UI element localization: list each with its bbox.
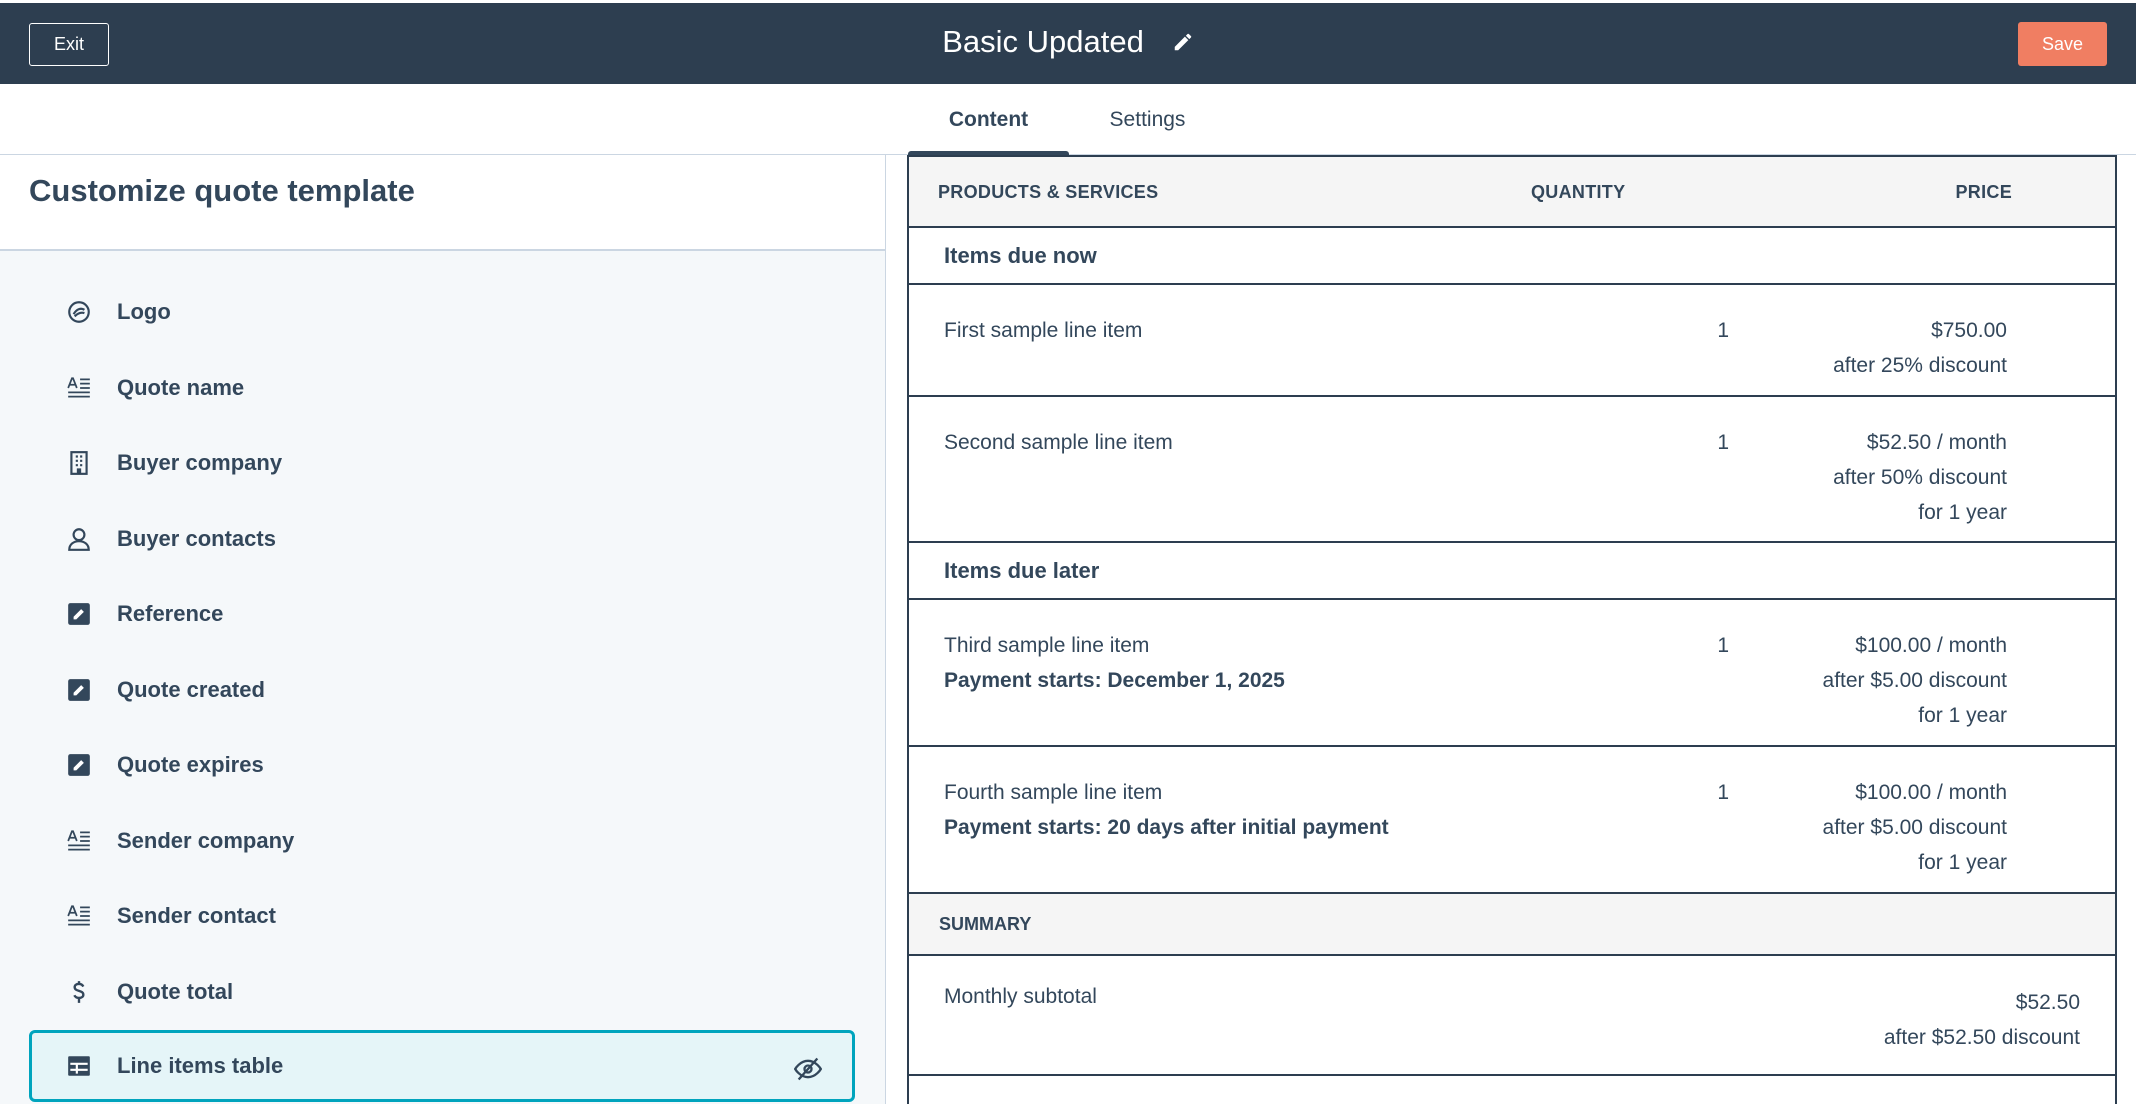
line-items-preview: PRODUCTS & SERVICES QUANTITY PRICE Items… — [907, 155, 2117, 1104]
price-amount: $750.00 — [1931, 319, 2007, 342]
table-row: First sample line item 1 $750.00 after 2… — [909, 285, 2115, 397]
item-price: $100.00 / month after $5.00 discount for… — [1823, 628, 2007, 733]
module-item-sender-contact[interactable]: Sender contact — [29, 880, 855, 952]
price-amount: $100.00 / month — [1855, 781, 2007, 804]
price-amount: $100.00 / month — [1855, 634, 2007, 657]
summary-header: SUMMARY — [909, 894, 2115, 956]
payment-start: Payment starts: December 1, 2025 — [944, 669, 1285, 692]
item-price: $100.00 / month after $5.00 discount for… — [1823, 775, 2007, 880]
tab-bar: Content Settings — [0, 84, 2136, 156]
item-name-block: Fourth sample line item Payment starts: … — [944, 775, 1389, 845]
table-header-row: PRODUCTS & SERVICES QUANTITY PRICE — [909, 157, 2115, 228]
item-quantity: 1 — [1717, 634, 1729, 657]
header-quantity: QUANTITY — [1531, 182, 1626, 202]
eye-slash-icon[interactable] — [794, 1055, 822, 1083]
item-price: $750.00 after 25% discount — [1833, 313, 2007, 383]
module-label: Quote created — [117, 677, 265, 702]
module-label: Logo — [117, 299, 171, 324]
module-item-quote-expires[interactable]: Quote expires — [29, 729, 855, 801]
item-name: First sample line item — [944, 319, 1143, 342]
table-row: Fourth sample line item Payment starts: … — [909, 747, 2115, 894]
module-label: Buyer company — [117, 450, 283, 475]
module-label: Reference — [117, 601, 224, 626]
price-discount: after $5.00 discount — [1822, 816, 2007, 839]
item-name: Fourth sample line item — [944, 781, 1163, 804]
text-icon — [59, 368, 99, 408]
tab-settings[interactable]: Settings — [1085, 84, 1210, 155]
subtotal-row: Monthly subtotal $52.50 after $52.50 dis… — [909, 956, 2115, 1076]
table-row: Second sample line item 1 $52.50 / month… — [909, 397, 2115, 543]
price-discount: after 25% discount — [1833, 354, 2007, 377]
top-bar: Exit Basic Updated Save — [0, 0, 2136, 84]
price-amount: $52.50 / month — [1866, 431, 2007, 454]
subtotal-discount: after $52.50 discount — [1883, 1026, 2080, 1049]
module-item-line-items-table[interactable]: Line items table — [29, 1030, 855, 1102]
edit-icon — [59, 670, 99, 710]
group-row-due-now: Items due now — [909, 228, 2115, 285]
dollar-icon — [59, 972, 99, 1012]
group-row-due-later: Items due later — [909, 543, 2115, 600]
payment-start: Payment starts: 20 days after initial pa… — [944, 816, 1389, 839]
exit-button[interactable]: Exit — [29, 23, 109, 66]
module-item-buyer-contacts[interactable]: Buyer contacts — [29, 503, 855, 575]
item-name: Third sample line item — [944, 634, 1150, 657]
header-products: PRODUCTS & SERVICES — [938, 182, 1159, 202]
subtotal-amount: $52.50 — [2015, 991, 2080, 1014]
edit-icon — [59, 745, 99, 785]
panel-header: Customize quote template — [0, 155, 885, 251]
module-label: Quote name — [117, 375, 245, 400]
template-title[interactable]: Basic Updated — [942, 24, 1144, 60]
module-item-sender-company[interactable]: Sender company — [29, 805, 855, 877]
item-quantity: 1 — [1717, 319, 1729, 342]
price-term: for 1 year — [1918, 704, 2007, 727]
module-label: Sender contact — [117, 903, 276, 928]
table-icon — [59, 1046, 99, 1086]
table-row: Third sample line item Payment starts: D… — [909, 600, 2115, 747]
subtotal-label: Monthly subtotal — [944, 985, 1097, 1008]
tab-content[interactable]: Content — [908, 84, 1069, 156]
module-item-logo[interactable]: Logo — [29, 276, 855, 348]
module-item-quote-total[interactable]: Quote total — [29, 956, 855, 1028]
item-quantity: 1 — [1717, 431, 1729, 454]
header-price: PRICE — [1955, 182, 2012, 202]
edit-icon — [59, 594, 99, 634]
module-label: Buyer contacts — [117, 526, 276, 551]
price-term: for 1 year — [1918, 501, 2007, 524]
item-name-block: Third sample line item Payment starts: D… — [944, 628, 1285, 698]
price-term: for 1 year — [1918, 851, 2007, 874]
module-item-reference[interactable]: Reference — [29, 578, 855, 650]
module-label: Quote total — [117, 979, 234, 1004]
save-button[interactable]: Save — [2018, 22, 2107, 66]
module-item-quote-created[interactable]: Quote created — [29, 654, 855, 726]
customize-panel: Customize quote template Logo Quote name… — [0, 155, 886, 1104]
item-name: Second sample line item — [944, 431, 1173, 454]
title-area: Basic Updated — [0, 0, 2136, 84]
item-quantity: 1 — [1717, 781, 1729, 804]
text-icon — [59, 896, 99, 936]
module-item-buyer-company[interactable]: Buyer company — [29, 427, 855, 499]
person-icon — [59, 519, 99, 559]
building-icon — [59, 443, 99, 483]
pencil-icon[interactable] — [1172, 31, 1194, 53]
module-label: Quote expires — [117, 752, 264, 777]
price-discount: after $5.00 discount — [1822, 669, 2007, 692]
text-icon — [59, 821, 99, 861]
module-label: Line items table — [117, 1053, 284, 1078]
panel-title: Customize quote template — [29, 173, 415, 208]
subtotal-price: $52.50 after $52.50 discount — [1884, 985, 2080, 1055]
item-price: $52.50 / month after 50% discount for 1 … — [1833, 425, 2007, 530]
price-discount: after 50% discount — [1833, 466, 2007, 489]
module-item-quote-name[interactable]: Quote name — [29, 352, 855, 424]
module-label: Sender company — [117, 828, 295, 853]
logo-icon — [59, 292, 99, 332]
